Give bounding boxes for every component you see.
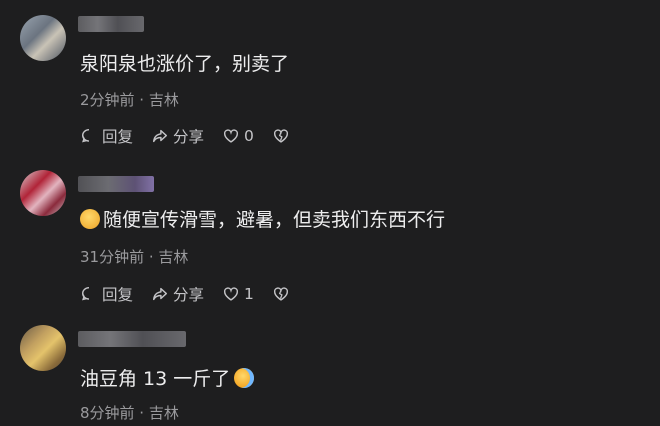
share-label: 分享 xyxy=(173,128,205,146)
username-blurred[interactable] xyxy=(78,176,154,192)
avatar[interactable] xyxy=(20,170,66,216)
broken-heart-icon xyxy=(273,129,288,143)
like-button[interactable]: 0 xyxy=(222,127,254,145)
share-arrow-icon xyxy=(152,287,168,301)
dislike-button[interactable] xyxy=(272,127,294,145)
comment-text-content: 油豆角 13 一斤了 xyxy=(80,368,231,390)
broken-heart-icon xyxy=(273,287,288,301)
reply-label: 回复 xyxy=(102,286,134,304)
comment-text-content: 随便宣传滑雪，避暑，但卖我们东西不行 xyxy=(103,209,446,231)
thinking-face-icon xyxy=(80,209,100,229)
comment-text: 油豆角 13 一斤了 xyxy=(80,366,255,392)
username-blurred[interactable] xyxy=(78,331,186,347)
comment-text: 随便宣传滑雪，避暑，但卖我们东西不行 xyxy=(80,207,445,233)
comment-actions: 回复 分享 0 xyxy=(80,124,312,148)
like-button[interactable]: 1 xyxy=(222,285,254,303)
reply-label: 回复 xyxy=(102,128,134,146)
dislike-button[interactable] xyxy=(272,285,294,303)
reply-button[interactable]: 回复 xyxy=(80,283,133,305)
comment-meta: 8分钟前 · 吉林 xyxy=(80,404,179,422)
reply-button[interactable]: 回复 xyxy=(80,125,133,147)
comment-meta: 2分钟前 · 吉林 xyxy=(80,91,179,109)
comment-meta: 31分钟前 · 吉林 xyxy=(80,248,189,266)
share-arrow-icon xyxy=(152,129,168,143)
heart-icon xyxy=(224,287,239,301)
crying-laughing-face-icon xyxy=(234,368,255,388)
share-button[interactable]: 分享 xyxy=(151,125,204,147)
comment-bubble-icon xyxy=(81,128,90,143)
share-label: 分享 xyxy=(173,286,205,304)
like-count: 1 xyxy=(244,285,254,303)
comment-bubble-icon xyxy=(81,286,90,301)
heart-icon xyxy=(224,129,239,143)
like-count: 0 xyxy=(244,127,254,145)
avatar[interactable] xyxy=(20,325,66,371)
comment-actions: 回复 分享 1 xyxy=(80,282,312,306)
username-blurred[interactable] xyxy=(78,16,144,32)
avatar[interactable] xyxy=(20,15,66,61)
share-button[interactable]: 分享 xyxy=(151,283,204,305)
comment-text: 泉阳泉也涨价了，别卖了 xyxy=(80,53,290,75)
